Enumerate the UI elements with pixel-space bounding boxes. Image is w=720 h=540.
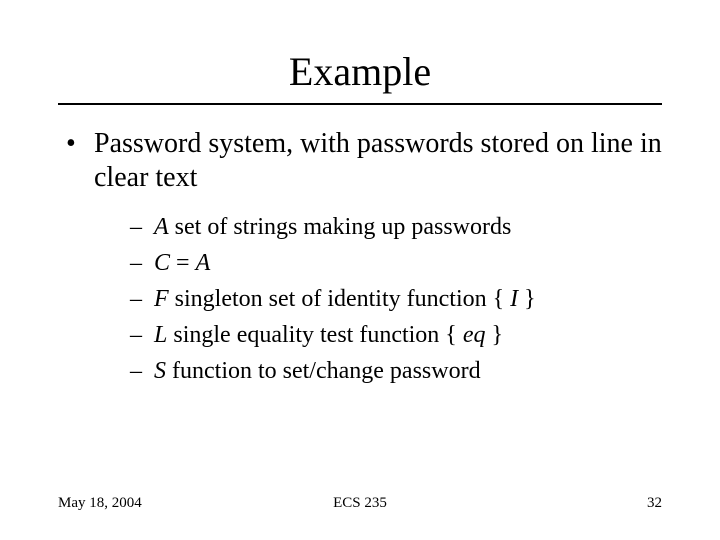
sub-text: function to set/change password [166, 358, 481, 384]
sub-text: singleton set of identity function { [169, 286, 510, 312]
var: S [154, 358, 166, 384]
bullet-item: Password system, with passwords stored o… [58, 127, 662, 389]
slide: Example Password system, with passwords … [0, 0, 720, 540]
footer-page: 32 [647, 495, 662, 512]
sub-list: A set of strings making up passwords C =… [94, 209, 662, 389]
sub-item: A set of strings making up passwords [130, 209, 662, 245]
var: C [154, 250, 170, 276]
sub-text: = [170, 250, 196, 276]
footer: May 18, 2004 ECS 235 32 [58, 495, 662, 512]
var: A [154, 214, 169, 240]
sub-text: set of strings making up passwords [169, 214, 512, 240]
sub-item: F singleton set of identity function { I… [130, 281, 662, 317]
sub-text2: } [518, 286, 536, 312]
title-rule [58, 103, 662, 105]
var2: eq [463, 322, 486, 348]
sub-item: L single equality test function { eq } [130, 317, 662, 353]
bullet-list: Password system, with passwords stored o… [58, 127, 662, 389]
sub-text2: } [485, 322, 503, 348]
sub-item: C = A [130, 245, 662, 281]
sub-item: S function to set/change password [130, 353, 662, 389]
var: L [154, 322, 167, 348]
var: F [154, 286, 169, 312]
sub-text: single equality test function { [167, 322, 462, 348]
footer-course: ECS 235 [333, 495, 387, 512]
bullet-text: Password system, with passwords stored o… [94, 128, 662, 193]
var2: I [510, 286, 518, 312]
footer-date: May 18, 2004 [58, 495, 142, 512]
var2: A [196, 250, 211, 276]
page-title: Example [58, 48, 662, 95]
